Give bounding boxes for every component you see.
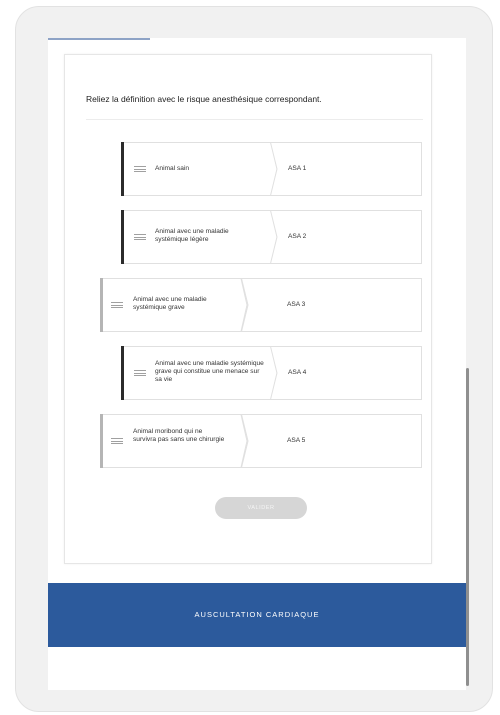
definition-label: Animal sain [155,165,190,172]
answer-label: ASA 3 [287,301,306,308]
definition-label: Animal avec une maladie systémique grave… [155,360,264,383]
match-row: Animal avec une maladie systémique grave… [100,278,422,332]
answer-slot: ASA 3 [241,278,422,332]
answer-slot: ASA 2 [270,210,422,264]
match-row: Animal sain ASA 1 [121,142,422,196]
answer-slot: ASA 5 [241,414,422,468]
question-text: Reliez la définition avec le risque anes… [86,94,322,104]
progress-indicator [48,38,150,40]
definition-item[interactable]: Animal sain [121,142,278,196]
drag-handle-icon[interactable] [111,438,123,444]
answer-shape [241,414,422,468]
answer-label: ASA 1 [288,165,307,172]
definition-label: Animal moribond qui ne survivra pas sans… [133,428,225,443]
definition-label: Animal avec une maladie systémique grave [133,296,207,311]
divider [86,119,423,120]
definition-item[interactable]: Animal avec une maladie systémique légèr… [121,210,278,264]
drag-handle-icon[interactable] [111,302,123,308]
definition-item[interactable]: Animal avec une maladie systémique grave… [121,346,278,400]
scrollbar[interactable] [466,368,469,686]
next-section-title: AUSCULTATION CARDIAQUE [194,610,320,619]
match-row: Animal avec une maladie systémique légèr… [121,210,422,264]
match-row: Animal moribond qui ne survivra pas sans… [100,414,422,468]
definition-label: Animal avec une maladie systémique légèr… [155,228,229,243]
definition-item[interactable]: Animal avec une maladie systémique grave [100,278,248,332]
definition-item[interactable]: Animal moribond qui ne survivra pas sans… [100,414,248,468]
validate-button[interactable]: VALIDER [215,497,307,519]
screen: Reliez la définition avec le risque anes… [48,38,466,690]
answer-label: ASA 2 [288,233,307,240]
drag-handle-icon[interactable] [134,370,146,376]
match-row: Animal avec une maladie systémique grave… [121,346,422,400]
drag-handle-icon[interactable] [134,234,146,240]
answer-label: ASA 4 [288,369,307,376]
question-card: Reliez la définition avec le risque anes… [64,54,432,564]
answer-slot: ASA 1 [270,142,422,196]
answer-slot: ASA 4 [270,346,422,400]
answer-label: ASA 5 [287,437,306,444]
next-section-banner[interactable]: AUSCULTATION CARDIAQUE [48,583,466,647]
answer-shape [241,278,422,332]
drag-handle-icon[interactable] [134,166,146,172]
